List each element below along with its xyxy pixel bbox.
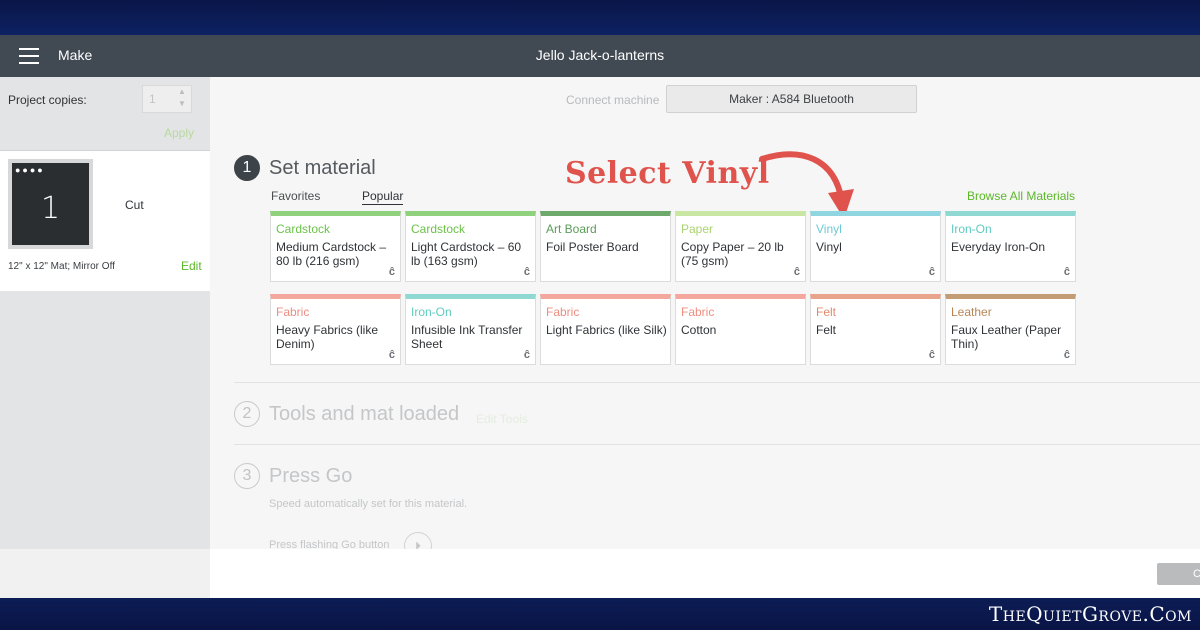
material-category: Fabric xyxy=(276,305,310,319)
cricut-material-icon: ĉ xyxy=(388,349,395,361)
sidebar: Project copies: 1 ▲ ▼ Apply ●●●● 1 Cut 1… xyxy=(0,77,210,549)
material-category: Iron-On xyxy=(951,222,992,236)
apply-button[interactable]: Apply xyxy=(164,126,194,140)
project-copies-label: Project copies: xyxy=(8,93,87,107)
material-name: Cotton xyxy=(681,323,717,337)
cricut-material-icon: ĉ xyxy=(388,266,395,278)
material-category: Paper xyxy=(681,222,714,236)
divider xyxy=(234,444,1200,445)
project-title: Jello Jack-o-lanterns xyxy=(535,47,665,63)
material-name: Light Fabrics (like Silk) xyxy=(546,323,667,337)
material-category: Leather xyxy=(951,305,992,319)
edit-tools-link[interactable]: Edit Tools xyxy=(476,412,528,426)
material-name: Foil Poster Board xyxy=(546,240,639,254)
cricut-material-icon: ĉ xyxy=(1063,349,1070,361)
material-name: Faux Leather (Paper Thin) xyxy=(951,323,1062,351)
material-card[interactable]: Iron-On Everyday Iron-On ĉ xyxy=(945,211,1076,282)
material-card[interactable]: Cardstock Medium Cardstock – 80 lb (216 g… xyxy=(270,211,401,282)
step-title: Press Go xyxy=(269,465,353,487)
material-name: Everyday Iron-On xyxy=(951,240,1046,254)
mat-preview-section: ●●●● 1 Cut 12" x 12" Mat; Mirror Off Edi… xyxy=(0,150,210,291)
speed-note: Speed automatically set for this materia… xyxy=(269,498,468,510)
material-name: Copy Paper – 20 lb (75 gsm) xyxy=(681,240,784,268)
mat-thumbnail[interactable]: ●●●● 1 xyxy=(8,159,93,249)
app-header: Make Jello Jack-o-lanterns xyxy=(0,35,1200,77)
tab-popular[interactable]: Popular xyxy=(362,189,404,205)
cricut-material-icon: ĉ xyxy=(928,266,935,278)
step-title: Tools and mat loaded xyxy=(269,403,460,425)
material-name: Heavy Fabrics (like Denim) xyxy=(276,323,379,351)
site-watermark: TheQuietGrove.Com xyxy=(988,602,1192,626)
cricut-material-icon: ĉ xyxy=(1063,266,1070,278)
mat-operation: Cut xyxy=(125,198,144,212)
cricut-material-icon: ĉ xyxy=(523,266,530,278)
material-name: Light Cardstock – 60 lb (163 gsm) xyxy=(411,240,522,268)
footer-left-pane xyxy=(0,549,210,598)
chevron-up-icon[interactable]: ▲ xyxy=(176,87,188,99)
mat-number: 1 xyxy=(40,191,61,226)
step-number: 1 xyxy=(234,155,260,181)
material-name: Medium Cardstock – 80 lb (216 gsm) xyxy=(276,240,387,268)
material-card[interactable]: Vinyl Vinyl ĉ xyxy=(810,211,941,282)
tab-favorites[interactable]: Favorites xyxy=(271,189,320,203)
mat-canvas: ●●●● 1 xyxy=(12,163,89,245)
material-card[interactable]: Art Board Foil Poster Board xyxy=(540,211,671,282)
material-card[interactable]: Leather Faux Leather (Paper Thin) ĉ xyxy=(945,294,1076,365)
step-title: Set material xyxy=(269,157,376,179)
material-card[interactable]: Paper Copy Paper – 20 lb (75 gsm) ĉ xyxy=(675,211,806,282)
material-category: Iron-On xyxy=(411,305,452,319)
material-category: Felt xyxy=(816,305,837,319)
chevron-down-icon[interactable]: ▼ xyxy=(176,99,188,111)
material-card[interactable]: Fabric Heavy Fabrics (like Denim) ĉ xyxy=(270,294,401,365)
connect-machine-label: Connect machine xyxy=(566,93,660,107)
material-card[interactable]: Cardstock Light Cardstock – 60 lb (163 gs… xyxy=(405,211,536,282)
mat-info: 12" x 12" Mat; Mirror Off xyxy=(8,261,115,272)
project-copies-section: Project copies: 1 ▲ ▼ Apply xyxy=(0,77,210,150)
main-panel: Connect machine Maker : A584 Bluetooth 1… xyxy=(210,77,1200,560)
material-name: Vinyl xyxy=(816,240,842,254)
material-category: Cardstock xyxy=(411,222,466,236)
material-category: Art Board xyxy=(546,222,597,236)
material-card[interactable]: Iron-On Infusible Ink Transfer Sheet ĉ xyxy=(405,294,536,365)
cricut-material-icon: ĉ xyxy=(523,349,530,361)
edit-mat-button[interactable]: Edit xyxy=(181,259,202,273)
browse-all-materials-link[interactable]: Browse All Materials xyxy=(967,189,1075,203)
material-category: Fabric xyxy=(546,305,580,319)
footer-bar: C xyxy=(0,549,1200,598)
pumpkin-shapes-icon: ●●●● xyxy=(15,165,45,175)
top-frame-band xyxy=(0,0,1200,35)
material-name: Infusible Ink Transfer Sheet xyxy=(411,323,523,351)
step-number: 2 xyxy=(234,401,260,427)
copies-value[interactable]: 1 xyxy=(149,92,156,106)
material-category: Fabric xyxy=(681,305,715,319)
cancel-button[interactable]: C xyxy=(1157,563,1200,585)
annotation-text: Select Vinyl xyxy=(565,156,770,191)
material-category: Vinyl xyxy=(816,222,842,236)
copies-stepper[interactable]: 1 ▲ ▼ xyxy=(142,85,192,113)
material-category: Cardstock xyxy=(276,222,331,236)
material-card[interactable]: Fabric Cotton xyxy=(675,294,806,365)
material-card[interactable]: Fabric Light Fabrics (like Silk) xyxy=(540,294,671,365)
cricut-material-icon: ĉ xyxy=(928,349,935,361)
machine-select-button[interactable]: Maker : A584 Bluetooth xyxy=(666,85,917,113)
divider xyxy=(234,382,1200,383)
step-number: 3 xyxy=(234,463,260,489)
cricut-material-icon: ĉ xyxy=(793,266,800,278)
material-card[interactable]: Felt Felt ĉ xyxy=(810,294,941,365)
material-name: Felt xyxy=(816,323,837,337)
